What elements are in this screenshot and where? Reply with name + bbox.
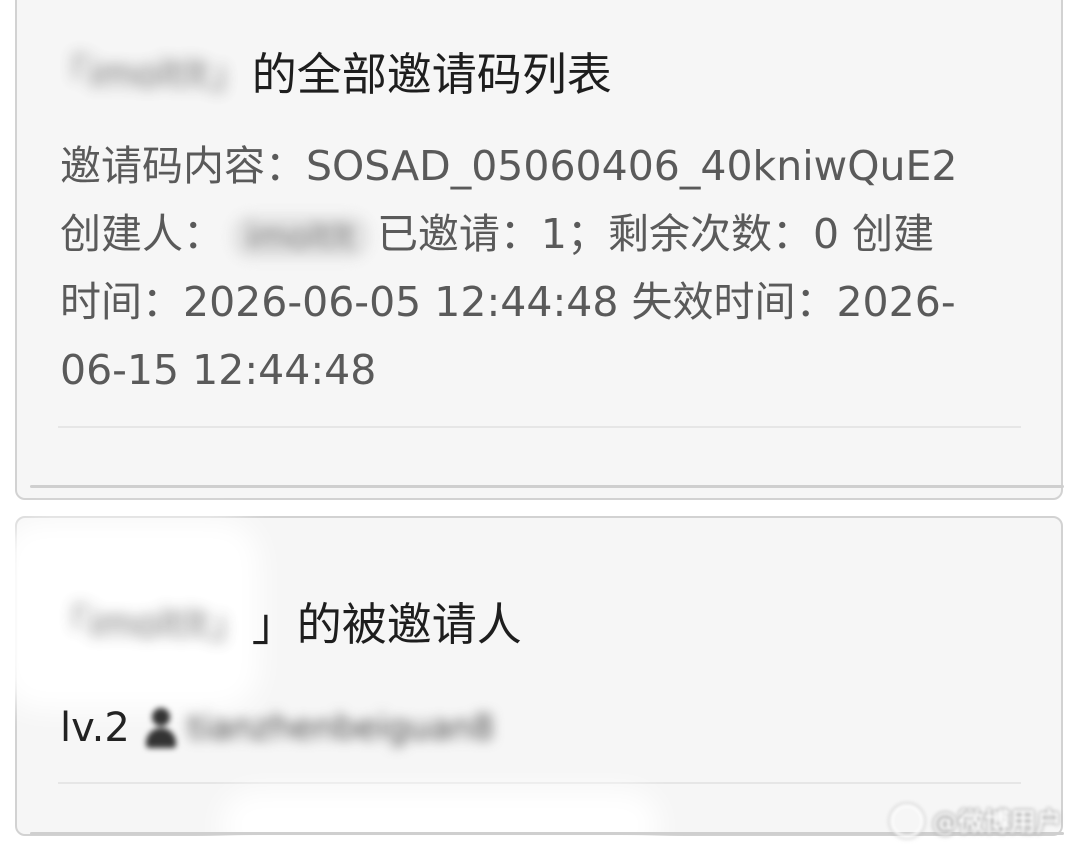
creator-name-redacted[interactable]: imoltlt bbox=[232, 215, 369, 259]
card-divider bbox=[58, 782, 1021, 784]
code-value: SOSAD_05060406_40kniwQuE2 bbox=[306, 142, 958, 190]
card-footer-bar bbox=[30, 485, 1064, 488]
invitees-title-text: 」的被邀请人 bbox=[251, 598, 522, 651]
invite-codes-title: 「imoltlt」 的全部邀请码列表 bbox=[50, 38, 612, 103]
code-line: 邀请码内容：SOSAD_05060406_40kniwQuE2 bbox=[60, 132, 1020, 200]
card-divider bbox=[58, 426, 1021, 428]
redaction-smudge bbox=[220, 790, 660, 853]
code-label: 邀请码内容： bbox=[60, 142, 306, 190]
invitee-level: lv.2 bbox=[60, 705, 130, 751]
invitees-title: 「imoltlt」 」的被邀请人 bbox=[50, 588, 522, 653]
weibo-logo-icon bbox=[889, 803, 924, 838]
owner-name-redacted[interactable]: 「imoltlt」 bbox=[50, 593, 248, 648]
watermark: @微博用户 bbox=[889, 802, 1062, 839]
invite-page: 「imoltlt」 的全部邀请码列表 邀请码内容：SOSAD_05060406_… bbox=[0, 0, 1080, 853]
time-line: 时间：2026-06-05 12:44:48 失效时间：2026- bbox=[60, 268, 1020, 336]
user-icon bbox=[144, 708, 178, 748]
watermark-text: @微博用户 bbox=[931, 808, 1062, 838]
creator-label: 创建人： bbox=[60, 210, 224, 258]
invitee-username-redacted[interactable]: tianzhenbeiguan8 bbox=[188, 708, 494, 748]
expire-time-text: 06-15 12:44:48 bbox=[60, 346, 377, 394]
creator-line: 创建人： imoltlt 已邀请：1；剩余次数：0 创建 bbox=[60, 200, 1020, 268]
created-time-text: 时间：2026-06-05 12:44:48 失效时间：2026- bbox=[60, 278, 956, 326]
owner-name-redacted[interactable]: 「imoltlt」 bbox=[50, 43, 248, 98]
invite-code-details: 邀请码内容：SOSAD_05060406_40kniwQuE2 创建人： imol… bbox=[60, 132, 1020, 404]
invitee-row[interactable]: lv.2 tianzhenbeiguan8 bbox=[60, 705, 494, 751]
invite-codes-title-text: 的全部邀请码列表 bbox=[251, 48, 612, 101]
invited-count-text: 已邀请：1；剩余次数：0 创建 bbox=[376, 210, 935, 258]
expire-line: 06-15 12:44:48 bbox=[60, 336, 1020, 404]
